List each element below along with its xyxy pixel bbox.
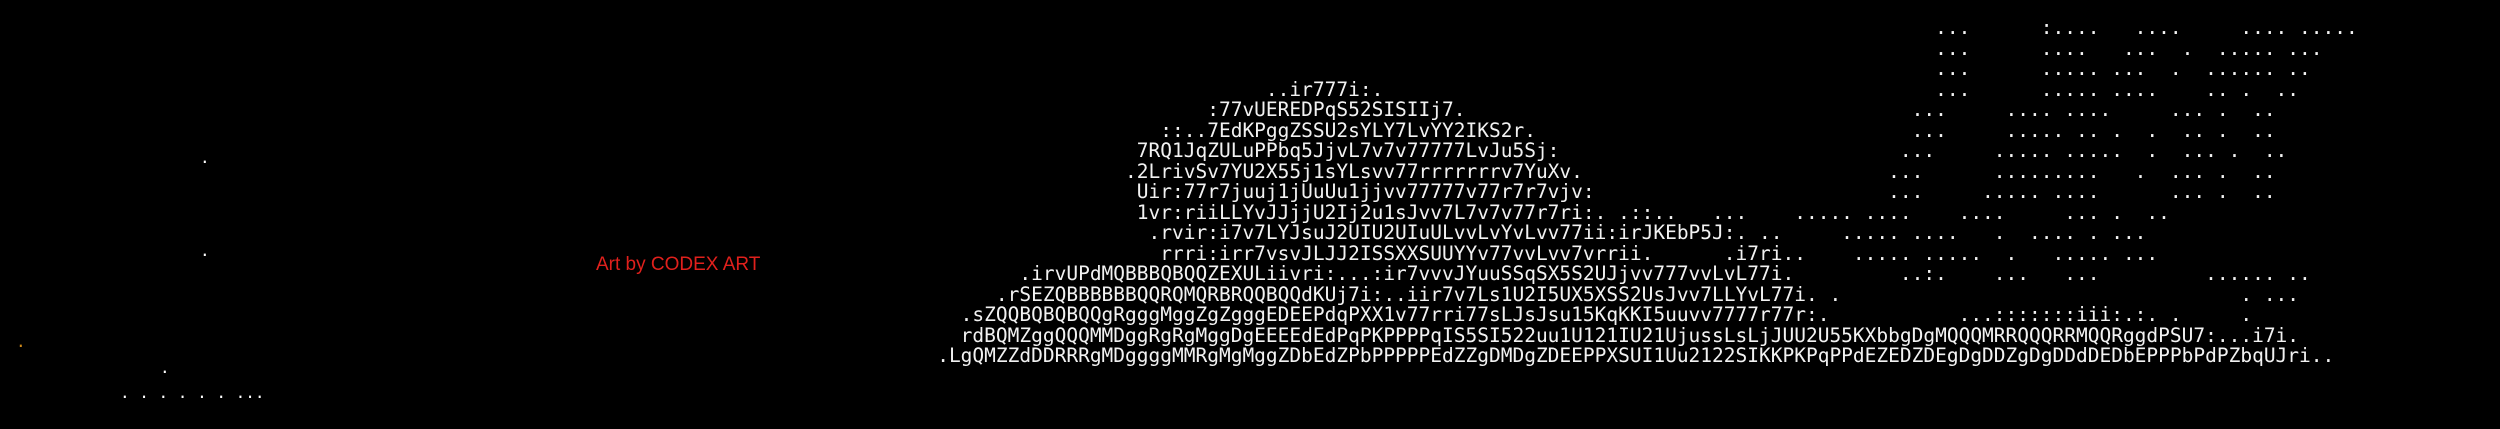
ascii-art-line: .2LrivSv7YU2X55j1sYLsvv77rrrrrrrv7YuXv. … (0, 159, 2276, 183)
credit-label: Art by CODEX ART (596, 254, 761, 275)
ascii-art-line: .rvir:i7v7LYJsuJ2UIU2UIuULvvLvYvLvv77ii:… (0, 221, 2147, 244)
ascii-art-line: 1vr:riiLLYvJJjjU2Ij2u1sJvv7L7v7v77r7ri:.… (0, 200, 2170, 224)
star-dot: . (200, 241, 210, 260)
ascii-art-line: ... .... ... . ..... ... (0, 36, 2323, 60)
ascii-art-line: ..ir777i:. ... ..... .... .. . .. (0, 77, 2300, 101)
star-dot-row: . . . . . . ... (120, 383, 265, 402)
ascii-art-line: rdBQMZggQQQMMDggRgRgMggDgEEEEdEdPqPKPPPP… (0, 323, 2300, 347)
ascii-art-line: .irvUPdMQBBBQBQQZEXULiivri:...:ir7vvvJYu… (0, 262, 2311, 285)
star-dot: . (200, 148, 210, 167)
ascii-art-line: .sZQQBQBQBQQgRgggMggZgZgggEDEEPdqPXX1v77… (0, 303, 2253, 326)
ascii-art-line: :77vUEREDPqS52SISIIj7. ... .... .... ...… (0, 98, 2276, 121)
ascii-art-line: 7RQ1JqZULuPPbq5JjvL7v7v77777LvJu5Sj: ...… (0, 139, 2288, 162)
ascii-art-line: ... ..... ... . ...... .. (0, 57, 2311, 80)
star-dot: . (160, 358, 170, 377)
ascii-art-canvas: ... :.... .... .... ..... ... .... ... .… (0, 0, 2500, 429)
ascii-art-line: Uir:77r7juuj1jUuUu1jjvv77777v77r7r7vjv: … (0, 180, 2276, 203)
ascii-art-block: ... :.... .... .... ..... ... .... ... .… (0, 16, 2358, 367)
star-dot: . (16, 332, 26, 351)
ascii-art-line: ::..7EdKPggZSSU2sYLY7LvYY2IKS2r. ... ...… (0, 118, 2276, 142)
ascii-art-line: .rSEZQBBBBBBQQRQMQRBRQQBQQdKUj7i:..iir7v… (0, 282, 2300, 306)
ascii-art-line: ... :.... .... .... ..... (0, 16, 2358, 39)
ascii-art-line: rrri:irr7vsvJLJJ2ISSXXSUUYYv77vvLvv7vrri… (0, 241, 2159, 265)
ascii-art-line: .LgQMZZdDDRRRgMDggggMMRgMgMggZDbEdZPbPPP… (0, 344, 2335, 367)
